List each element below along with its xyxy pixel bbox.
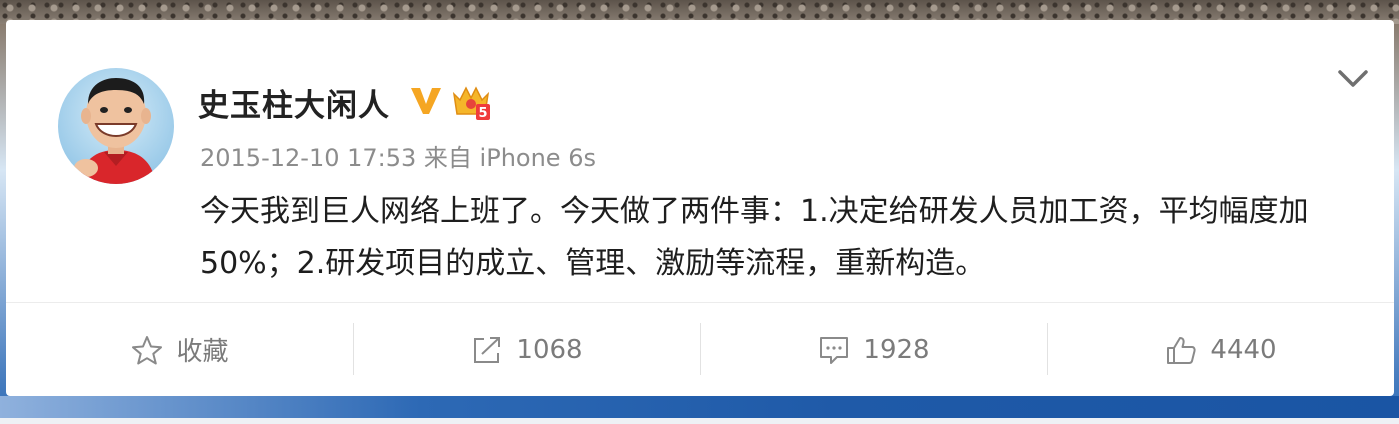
favorite-label: 收藏 xyxy=(176,337,229,367)
avatar-cartoon-icon xyxy=(74,78,156,184)
repost-count: 1068 xyxy=(516,334,583,365)
like-button[interactable]: 4440 xyxy=(1047,303,1394,396)
username[interactable]: 史玉柱大闲人 xyxy=(198,80,390,125)
comment-count: 1928 xyxy=(863,334,930,365)
share-arrow-icon xyxy=(474,336,501,363)
like-count: 4440 xyxy=(1210,334,1277,365)
post-timestamp: 2015-12-10 17:53 xyxy=(200,144,417,172)
action-bar: 收藏 1068 1928 4440 xyxy=(6,303,1394,396)
post-meta: 2015-12-10 17:53 来自 iPhone 6s xyxy=(200,138,596,173)
chevron-down-icon[interactable] xyxy=(1336,66,1370,92)
weibo-post-card: 史玉柱大闲人 5 2015-12-10 17:53 来自 iPhone 6s 今… xyxy=(6,20,1394,396)
post-text: 今天我到巨人网络上班了。今天做了两件事：1.决定给研发人员加工资，平均幅度加50… xyxy=(200,194,1309,281)
post-source: 来自 iPhone 6s xyxy=(423,144,596,172)
member-level-number: 5 xyxy=(478,106,487,121)
avatar[interactable] xyxy=(58,68,174,184)
comment-icon xyxy=(820,336,849,364)
crown-level-icon[interactable]: 5 xyxy=(450,80,492,122)
thumbs-up-icon xyxy=(1167,336,1197,364)
favorite-button[interactable]: 收藏 xyxy=(6,303,353,396)
star-icon xyxy=(132,335,163,364)
v-verified-icon[interactable] xyxy=(408,82,444,118)
comment-button[interactable]: 1928 xyxy=(700,303,1047,396)
next-card-edge xyxy=(0,418,1399,424)
repost-button[interactable]: 1068 xyxy=(353,303,700,396)
